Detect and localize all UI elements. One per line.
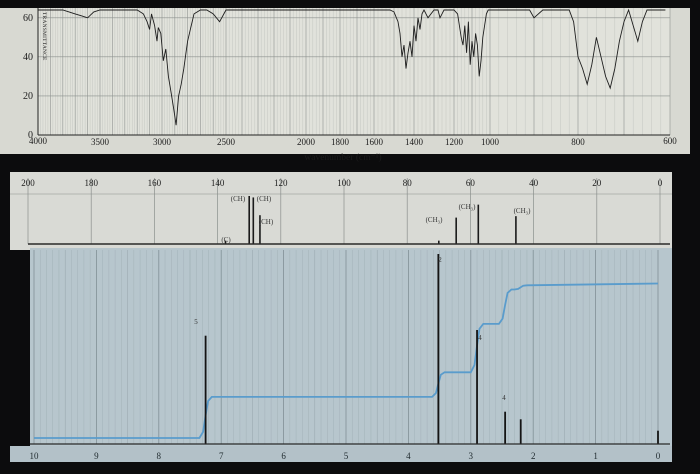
h1-axis-strip xyxy=(10,446,672,462)
h1-x-tick-label: 2 xyxy=(531,451,536,461)
c13-multiplicity-label: (CH₃) xyxy=(426,216,443,224)
c13-x-tick-label: 80 xyxy=(403,178,413,188)
ir-x-tick-label: 600 xyxy=(663,136,677,146)
h1-x-tick-label: 9 xyxy=(94,451,99,461)
ir-plot-area xyxy=(38,8,670,135)
h1-integration-label: 4 xyxy=(478,334,482,342)
ir-x-axis-label: wavenumber (cm⁻¹) xyxy=(304,152,381,163)
c13-multiplicity-label: (CH₃) xyxy=(514,207,531,215)
c13-multiplicity-label: (CH) xyxy=(257,195,272,203)
h1-x-tick-label: 0 xyxy=(656,451,661,461)
h1-x-tick-label: 10 xyxy=(30,451,40,461)
ir-y-axis-label: TRANSMITTANCE xyxy=(41,12,47,61)
h1-gridlines xyxy=(33,250,659,444)
photo-of-spectra-monitor: 6040200 4000 3500 3000 2500 2000 1800 1600 1400… xyxy=(0,0,700,474)
ir-x-tick-label: 2000 xyxy=(297,137,316,147)
ir-x-tick-label: 2500 xyxy=(217,137,236,147)
c13-nmr-spectrum: 200 180 160 140 120 100 80 60 40 20 0 (CH) (CH)(C)(… xyxy=(10,172,672,250)
ir-x-tick-label: 1400 xyxy=(405,137,424,147)
h1-x-tick-label: 8 xyxy=(157,451,162,461)
c13-multiplicity-label: (CH) xyxy=(231,195,246,203)
c13-x-tick-label: 120 xyxy=(274,178,288,188)
c13-x-tick-label: 180 xyxy=(84,178,98,188)
ir-spectrum: 6040200 4000 3500 3000 2500 2000 1800 1600 1400… xyxy=(0,8,690,163)
ir-x-tick-label: 1000 xyxy=(481,137,500,147)
c13-x-tick-label: 20 xyxy=(592,178,602,188)
c13-x-tick-label: 60 xyxy=(466,178,476,188)
c13-x-tick-label: 200 xyxy=(21,178,35,188)
ir-x-tick-label: 4000 xyxy=(29,136,48,146)
ir-y-tick-label: 40 xyxy=(23,52,33,63)
h1-nmr-spectrum: 5244 10 9 8 7 6 5 4 3 2 1 0 xyxy=(10,248,672,462)
h1-x-tick-label: 7 xyxy=(219,451,224,461)
h1-x-tick-label: 6 xyxy=(281,451,286,461)
ir-x-tick-label: 3000 xyxy=(153,137,172,147)
ir-x-tick-label: 800 xyxy=(571,137,585,147)
ir-x-tick-label: 1800 xyxy=(331,137,350,147)
h1-x-tick-label: 3 xyxy=(469,451,474,461)
ir-y-tick-label: 60 xyxy=(23,13,33,24)
h1-integration-label: 2 xyxy=(438,256,442,264)
ir-x-tick-label: 1200 xyxy=(445,137,464,147)
c13-x-tick-label: 100 xyxy=(337,178,351,188)
ir-y-tick-label: 20 xyxy=(23,91,33,102)
h1-integration-label: 4 xyxy=(502,394,506,402)
c13-x-tick-label: 160 xyxy=(148,178,162,188)
c13-x-tick-label: 40 xyxy=(529,178,539,188)
h1-x-tick-label: 4 xyxy=(406,451,411,461)
h1-x-tick-label: 1 xyxy=(593,451,598,461)
c13-multiplicity-label: (CH) xyxy=(259,218,274,226)
h1-integration-label: 5 xyxy=(194,318,198,326)
c13-x-tick-label: 0 xyxy=(658,178,663,188)
ir-x-tick-label: 1600 xyxy=(365,137,384,147)
ir-x-tick-label: 3500 xyxy=(91,137,110,147)
c13-multiplicity-label: (CH₃) xyxy=(459,203,476,211)
c13-x-tick-label: 140 xyxy=(211,178,225,188)
c13-multiplicity-label: (C) xyxy=(221,236,231,244)
h1-plot-area xyxy=(30,248,672,446)
h1-x-tick-label: 5 xyxy=(344,451,349,461)
